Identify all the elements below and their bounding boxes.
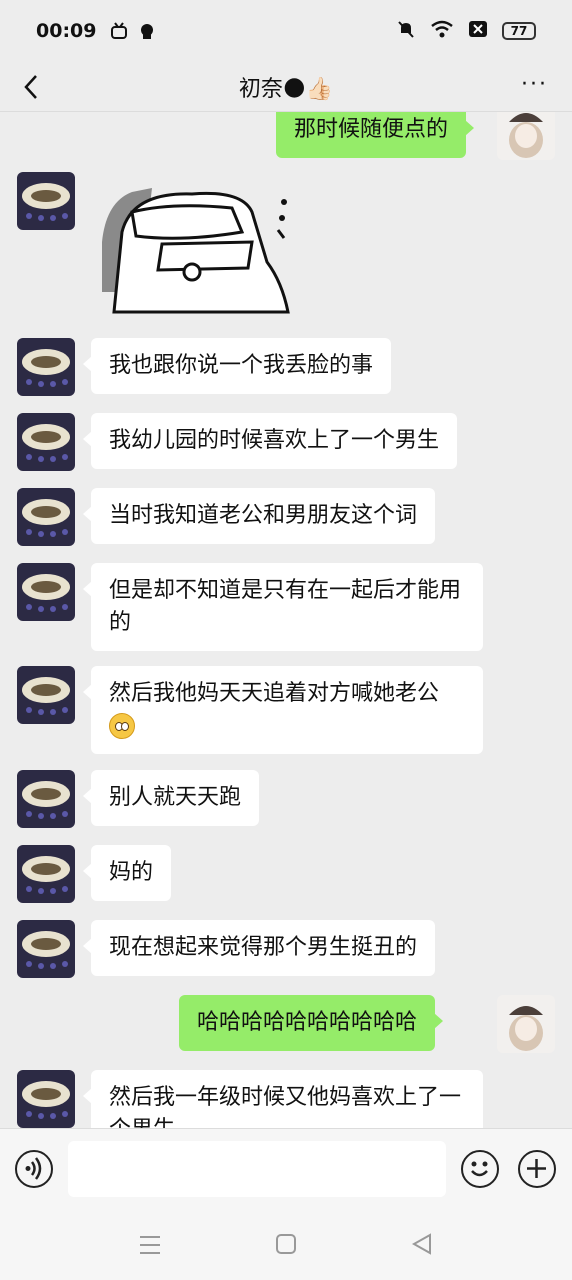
my-message-bubble[interactable]: 那时候随便点的 bbox=[276, 112, 475, 158]
contact-avatar[interactable] bbox=[17, 338, 75, 396]
flushed-face-emoji-icon bbox=[109, 713, 135, 739]
message-input[interactable] bbox=[68, 1141, 446, 1197]
contact-message-bubble[interactable]: 然后我一年级时候又他妈喜欢上了一个男生 bbox=[83, 1070, 483, 1128]
voice-input-icon[interactable] bbox=[15, 1150, 53, 1188]
chat-header: 初奈🌑👍🏻 ··· bbox=[0, 62, 572, 112]
contact-message-bubble[interactable]: 妈的 bbox=[82, 845, 172, 901]
my-avatar[interactable] bbox=[497, 995, 555, 1053]
status-bar: 00:09 77 bbox=[0, 0, 572, 62]
contact-message-bubble[interactable]: 但是却不知道是只有在一起后才能用的 bbox=[83, 563, 483, 651]
contact-message-bubble[interactable]: 然后我他妈天天追着对方喊她老公 bbox=[83, 666, 483, 754]
bilibili-icon bbox=[110, 22, 128, 40]
contact-message-bubble[interactable]: 别人就天天跑 bbox=[82, 770, 260, 826]
home-icon[interactable] bbox=[275, 1233, 297, 1259]
contact-message-bubble[interactable]: 当时我知道老公和男朋友这个词 bbox=[82, 488, 436, 544]
more-functions-plus-icon[interactable] bbox=[518, 1150, 556, 1188]
emoji-picker-icon[interactable] bbox=[461, 1150, 499, 1188]
more-options-icon[interactable]: ··· bbox=[521, 72, 548, 97]
wifi-icon bbox=[430, 20, 454, 43]
contact-avatar[interactable] bbox=[17, 920, 75, 978]
my-avatar[interactable] bbox=[497, 112, 555, 160]
contact-avatar[interactable] bbox=[17, 845, 75, 903]
contact-avatar[interactable] bbox=[17, 413, 75, 471]
mute-icon bbox=[396, 19, 416, 44]
contact-avatar[interactable] bbox=[17, 563, 75, 621]
battery-indicator: 77 bbox=[502, 22, 536, 40]
chat-title: 初奈🌑👍🏻 bbox=[238, 76, 334, 102]
contact-avatar[interactable] bbox=[17, 172, 75, 230]
contact-avatar[interactable] bbox=[17, 666, 75, 724]
contact-message-bubble[interactable]: 我也跟你说一个我丢脸的事 bbox=[82, 338, 392, 394]
contact-avatar[interactable] bbox=[17, 1070, 75, 1128]
back-triangle-icon[interactable] bbox=[410, 1233, 434, 1259]
chat-area[interactable]: 那时候随便点的 我也跟你说一个我丢脸的事 我幼儿园的时候喜欢上了一个男生 当时我… bbox=[0, 112, 572, 1128]
contact-avatar[interactable] bbox=[17, 770, 75, 828]
sim-icon bbox=[468, 20, 488, 43]
message-text: 然后我他妈天天追着对方喊她老公 bbox=[109, 681, 440, 706]
sticker-image[interactable] bbox=[92, 172, 292, 320]
contact-avatar[interactable] bbox=[17, 488, 75, 546]
recent-apps-icon[interactable] bbox=[138, 1234, 162, 1260]
back-arrow-icon[interactable] bbox=[18, 70, 48, 104]
contact-message-bubble[interactable]: 我幼儿园的时候喜欢上了一个男生 bbox=[82, 413, 458, 469]
input-bar bbox=[0, 1128, 572, 1210]
system-navigation-bar bbox=[0, 1210, 572, 1280]
app-notification-icon bbox=[138, 22, 156, 40]
status-time: 00:09 bbox=[36, 20, 97, 42]
my-message-bubble[interactable]: 哈哈哈哈哈哈哈哈哈哈 bbox=[179, 995, 444, 1051]
contact-message-bubble[interactable]: 现在想起来觉得那个男生挺丑的 bbox=[82, 920, 436, 976]
